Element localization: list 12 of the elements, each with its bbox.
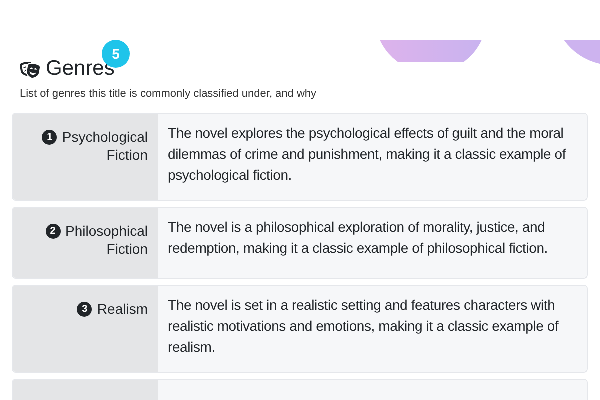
theater-masks-icon (20, 61, 40, 79)
section-subtitle: List of genres this title is commonly classified under, and why (20, 87, 318, 102)
genre-name: Philosophical Fiction (66, 222, 148, 258)
genre-reason: The novel explores the psychological effects of guilt and the moral dilemmas of crime and punishment, making it a classic example of psychological fiction. (168, 124, 568, 185)
number-badge: 2 (46, 224, 60, 238)
genre-name: Realism (97, 300, 148, 318)
genre-name: Psychological Fiction (62, 128, 148, 164)
genre-reason: The novel is a philosophical exploration of morality, justice, and redemption, making it a classic example of philosophical fiction. (168, 218, 549, 258)
number-badge: 1 (42, 130, 58, 144)
decorative-circle-drawing (564, 40, 600, 64)
number-badge: 3 (77, 302, 92, 316)
genre-reason: The novel is set in a realistic setting and features characters with realistic motivations and emotions, making it a classic example of realism. (168, 296, 560, 356)
